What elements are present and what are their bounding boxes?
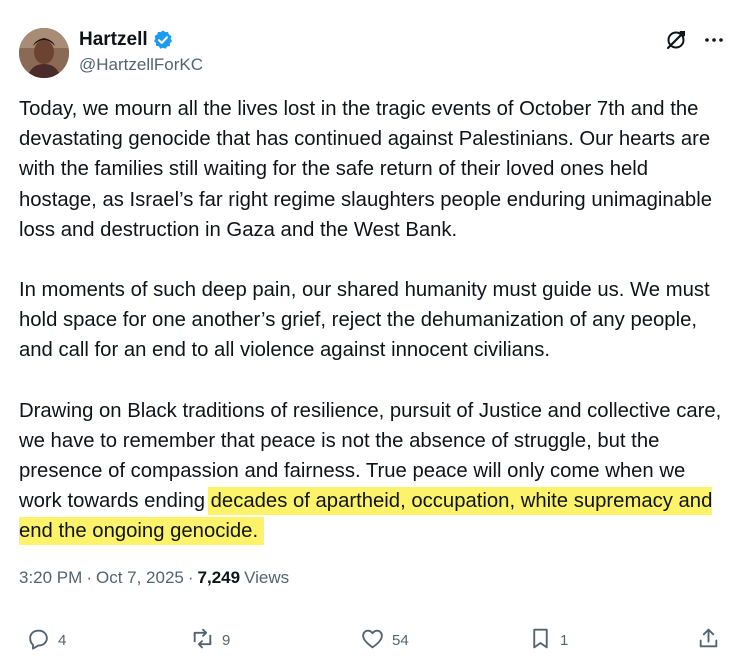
bookmark-count: 1: [560, 632, 569, 649]
views-count[interactable]: 7,249: [198, 567, 241, 589]
post-paragraph: In moments of such deep pain, our shared…: [19, 279, 710, 362]
post-time[interactable]: 3:20 PM: [19, 567, 82, 589]
share-icon: [696, 626, 721, 655]
post-paragraph: Drawing on Black traditions of resilienc…: [19, 396, 731, 547]
post-top-actions: [664, 28, 726, 52]
post-meta: 3:20 PM · Oct 7, 2025 · 7,249 Views: [19, 567, 289, 589]
like-button[interactable]: 54: [360, 626, 409, 655]
like-icon: [360, 626, 385, 655]
repost-icon: [190, 626, 215, 655]
repost-button[interactable]: 9: [190, 626, 230, 655]
views-label: Views: [244, 568, 290, 587]
meta-separator: ·: [187, 568, 194, 587]
more-icon[interactable]: [702, 28, 726, 52]
like-count: 54: [392, 632, 409, 649]
author-handle[interactable]: @HartzellForKC: [79, 55, 203, 75]
post-paragraph: Today, we mourn all the lives lost in th…: [19, 98, 712, 241]
repost-count: 9: [222, 632, 231, 649]
bookmark-icon: [528, 626, 553, 655]
share-button[interactable]: [696, 626, 721, 655]
bookmark-button[interactable]: 1: [528, 626, 568, 655]
post-date[interactable]: Oct 7, 2025: [96, 567, 184, 589]
verified-badge-icon[interactable]: [152, 29, 174, 51]
post-text: Today, we mourn all the lives lost in th…: [19, 94, 731, 547]
reply-button[interactable]: 4: [26, 626, 66, 655]
action-bar: 4 9 54 1: [0, 626, 746, 660]
post: Hartzell @HartzellForKC Today, we mourn …: [0, 0, 746, 671]
avatar[interactable]: [19, 28, 69, 78]
grok-icon[interactable]: [664, 28, 688, 52]
reply-count: 4: [58, 632, 67, 649]
reply-icon: [26, 626, 51, 655]
meta-separator: ·: [86, 568, 92, 587]
author-name-row[interactable]: Hartzell: [79, 28, 174, 52]
author-name[interactable]: Hartzell: [79, 28, 148, 52]
